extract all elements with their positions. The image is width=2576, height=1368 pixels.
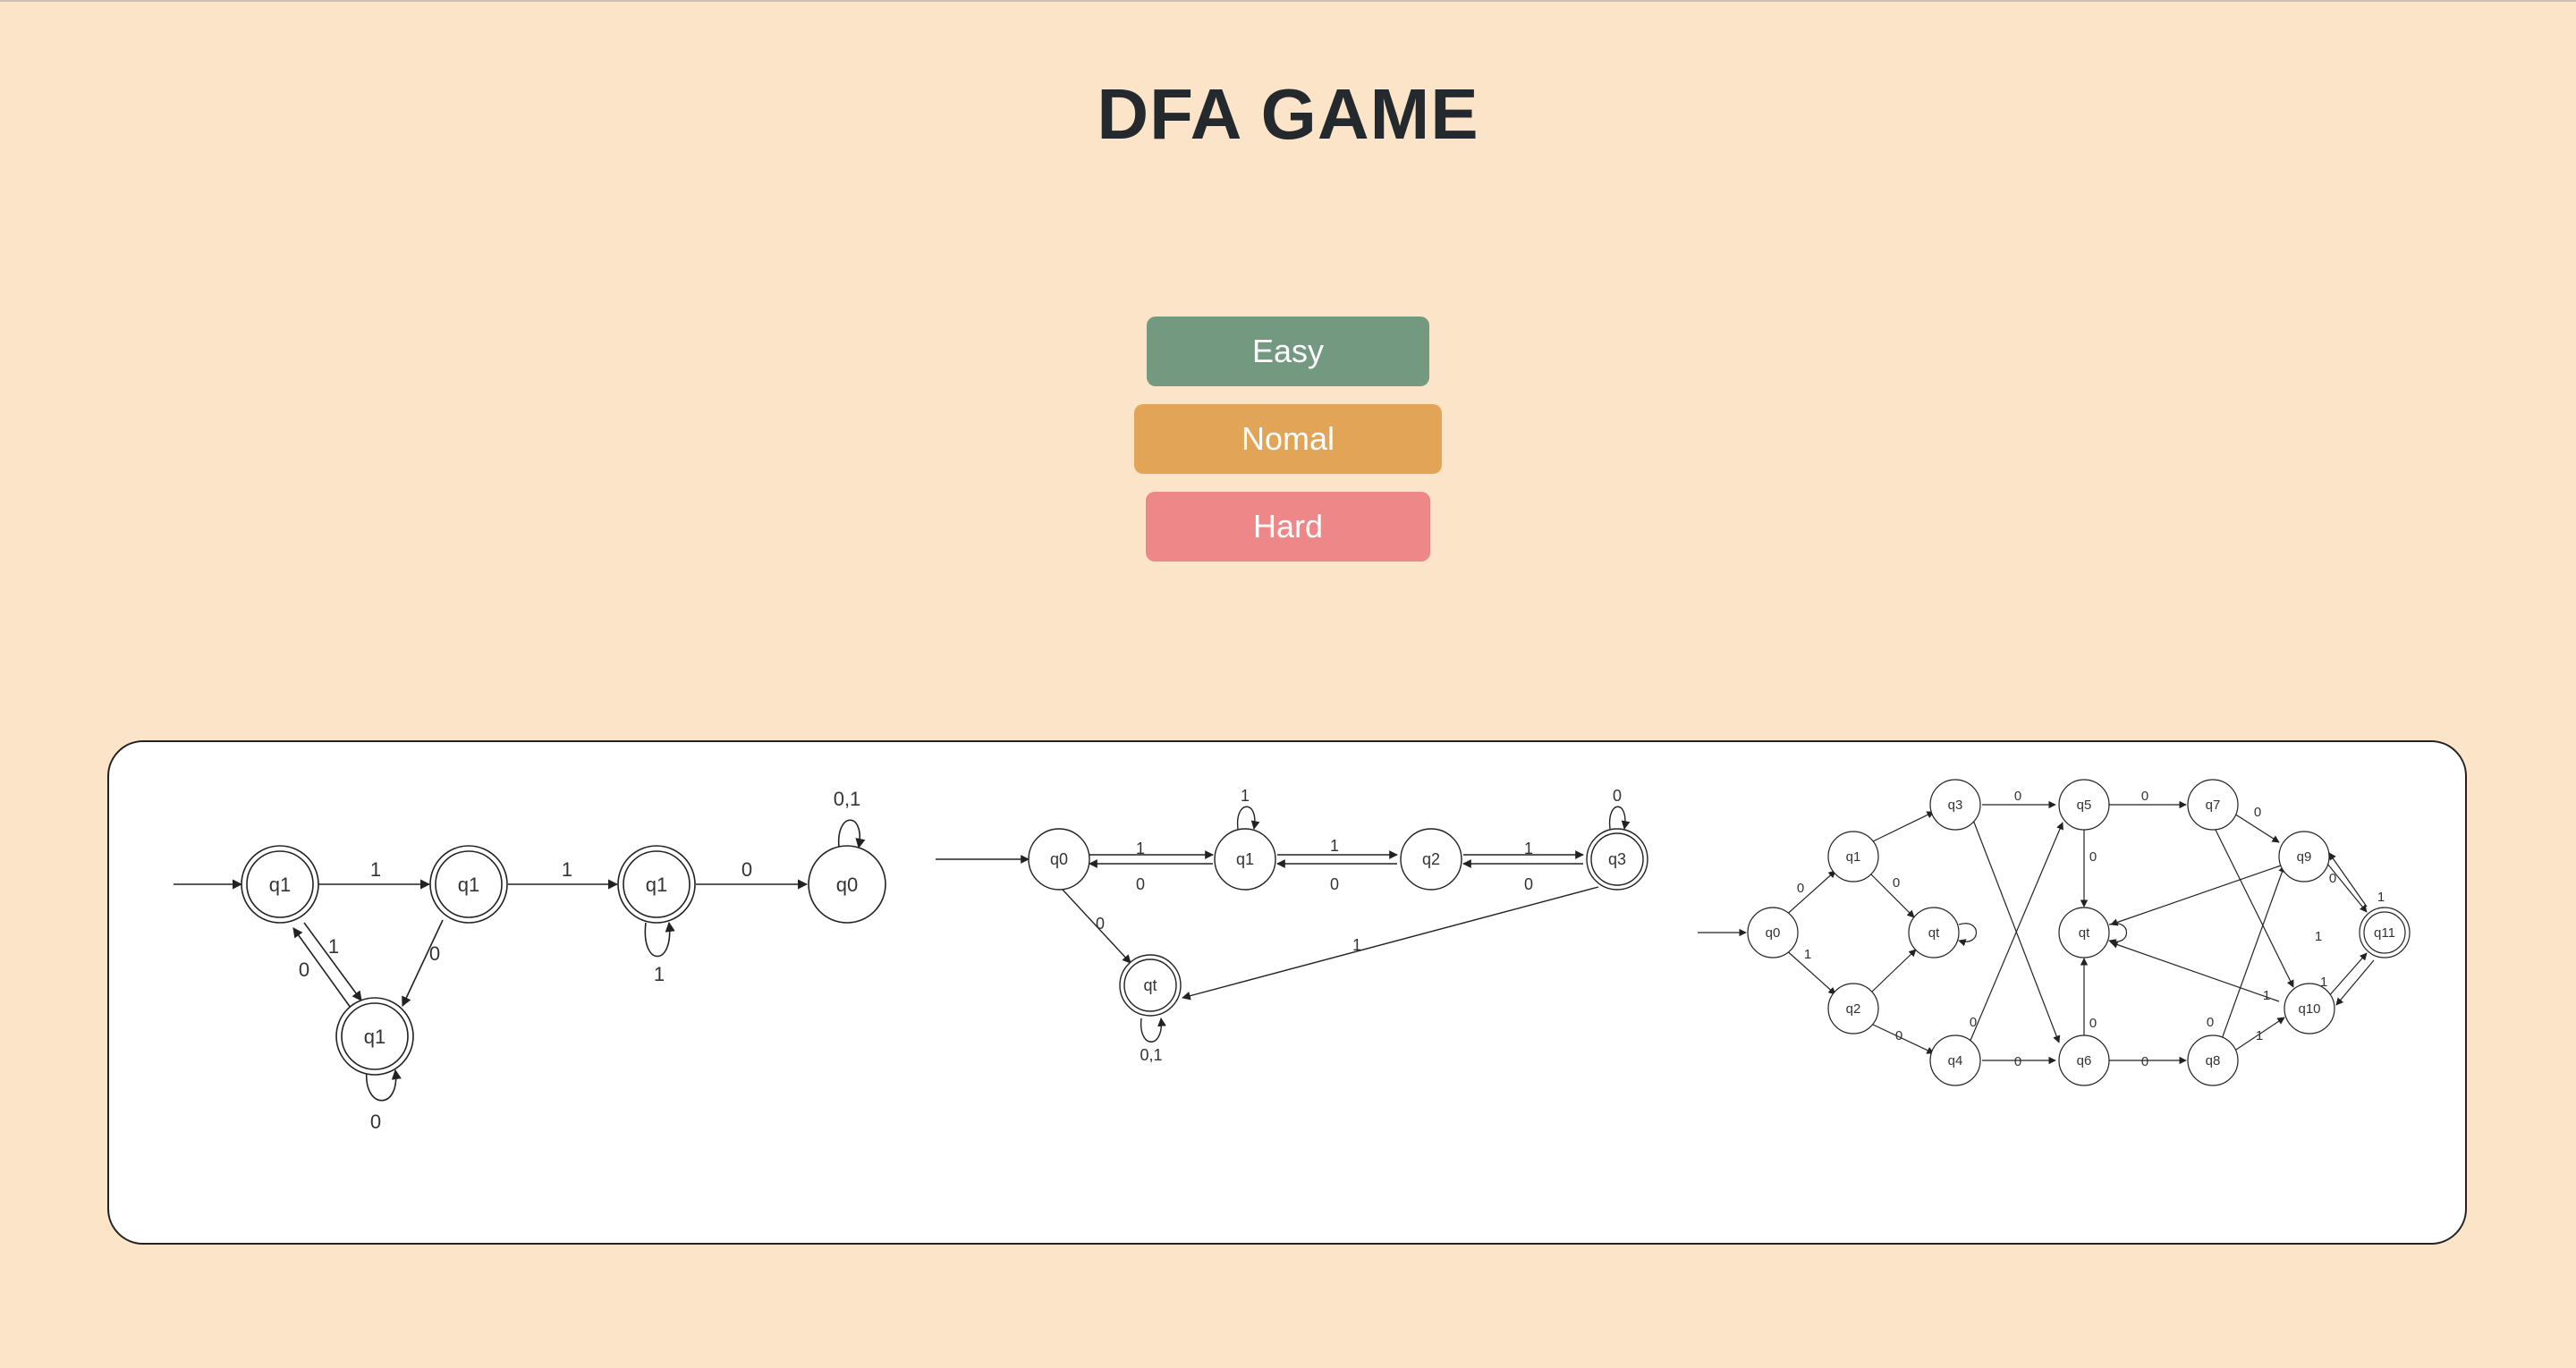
- hard-edge-label: 1: [2315, 929, 2322, 944]
- hard-state-label: q1: [1846, 849, 1861, 865]
- hard-edge-label: 1: [2320, 975, 2327, 990]
- hard-edge-label: 0: [1797, 881, 1804, 896]
- normal-edge-label: 1: [1136, 840, 1145, 857]
- normal-edge-label: 0: [1136, 875, 1145, 893]
- hard-edge-label: 0: [1970, 1015, 1977, 1030]
- easy-edge-label: 0: [741, 858, 752, 881]
- hard-edge-label: 0: [2254, 805, 2261, 820]
- hard-edge-label: 0: [2089, 849, 2097, 865]
- easy-edge-label: 1: [562, 858, 572, 881]
- hard-state-label: q5: [2077, 798, 2092, 813]
- easy-edge-label: 1: [328, 935, 339, 958]
- easy-edge-label: 1: [370, 858, 381, 881]
- normal-state-label: q3: [1608, 850, 1626, 868]
- hard-state-label: q7: [2206, 798, 2221, 813]
- normal-dfa-labels: q0 q1 q2 q3 qt 1 0 1 0 1 0 1 0 0 1 0,1: [1050, 787, 1626, 1064]
- page-title: DFA GAME: [1097, 74, 1479, 154]
- hard-state-label: q0: [1766, 925, 1781, 941]
- hard-edge-label: 1: [2377, 890, 2385, 905]
- hard-edge-label: 0: [2141, 1054, 2148, 1069]
- normal-edge-label: 1: [1241, 787, 1250, 805]
- normal-edge-label: 0: [1524, 875, 1533, 893]
- hard-edge-label: 0: [1893, 875, 1900, 891]
- normal-edge-label: 0: [1330, 875, 1339, 893]
- hard-state-label: q8: [2206, 1053, 2221, 1068]
- hard-state-label: q11: [2374, 925, 2395, 941]
- hard-edge-label: 0: [2089, 1016, 2097, 1031]
- normal-edge-label: 0,1: [1140, 1046, 1162, 1064]
- hard-state-label: q9: [2297, 849, 2312, 865]
- easy-dfa-labels: q1 q1 q1 q1 q0 1 1 0 1 0 0 1 0 0,1: [269, 788, 861, 1133]
- normal-state-label: qt: [1143, 976, 1157, 994]
- easy-button[interactable]: Easy: [1147, 317, 1429, 386]
- normal-state-label: q1: [1236, 850, 1254, 868]
- hard-state-label: q6: [2077, 1053, 2092, 1068]
- easy-edge-label: 0: [370, 1110, 381, 1133]
- easy-edge-label: 0,1: [834, 788, 861, 810]
- hard-edge-label: 0: [1895, 1028, 1902, 1043]
- hard-dfa-diagram: [1698, 800, 2375, 1065]
- hard-edge-label: 0: [2329, 871, 2336, 886]
- easy-state-label: q1: [646, 874, 667, 896]
- normal-edge-label: 0: [1096, 915, 1105, 933]
- dfa-examples-panel: q1 q1 q1 q1 q0 1 1 0 1 0 0 1 0 0,1 q0 q1…: [107, 740, 2467, 1245]
- hard-edge-label: 0: [2141, 789, 2148, 804]
- normal-dfa-states: [1028, 828, 1648, 1017]
- dfa-diagrams: q1 q1 q1 q1 q0 1 1 0 1 0 0 1 0 0,1 q0 q1…: [174, 779, 2411, 1133]
- easy-state-label: q1: [364, 1026, 386, 1048]
- normal-button[interactable]: Nomal: [1134, 404, 1442, 474]
- normal-edge-label: 1: [1524, 840, 1533, 857]
- hard-state-label: q4: [1948, 1053, 1963, 1068]
- easy-state-label: q0: [836, 874, 858, 896]
- hard-state-label: q2: [1846, 1001, 1861, 1017]
- hard-button[interactable]: Hard: [1146, 492, 1430, 562]
- normal-edge-label: 1: [1330, 837, 1339, 855]
- hard-state-label: q3: [1948, 798, 1963, 813]
- top-border: [0, 0, 2576, 2]
- easy-state-label: q1: [269, 874, 291, 896]
- normal-edge-label: 0: [1613, 787, 1622, 805]
- hard-edge-label: 1: [2256, 1028, 2263, 1043]
- hard-state-label: q10: [2298, 1001, 2320, 1017]
- hard-edge-label: 0: [2014, 1054, 2021, 1069]
- hard-edge-label: 0: [2207, 1015, 2214, 1030]
- easy-edge-label: 1: [654, 963, 665, 985]
- hard-state-label: qt: [1928, 925, 1940, 941]
- easy-state-label: q1: [458, 874, 479, 896]
- normal-state-label: q0: [1050, 850, 1068, 868]
- hard-state-label: qt: [2079, 925, 2090, 941]
- normal-state-label: q2: [1422, 850, 1440, 868]
- hard-edge-label: 1: [1804, 947, 1811, 962]
- hard-edge-label: 1: [2263, 988, 2270, 1003]
- easy-edge-label: 0: [299, 958, 309, 981]
- easy-edge-label: 0: [429, 942, 440, 965]
- normal-edge-label: 1: [1352, 936, 1361, 954]
- hard-edge-label: 0: [2014, 789, 2021, 804]
